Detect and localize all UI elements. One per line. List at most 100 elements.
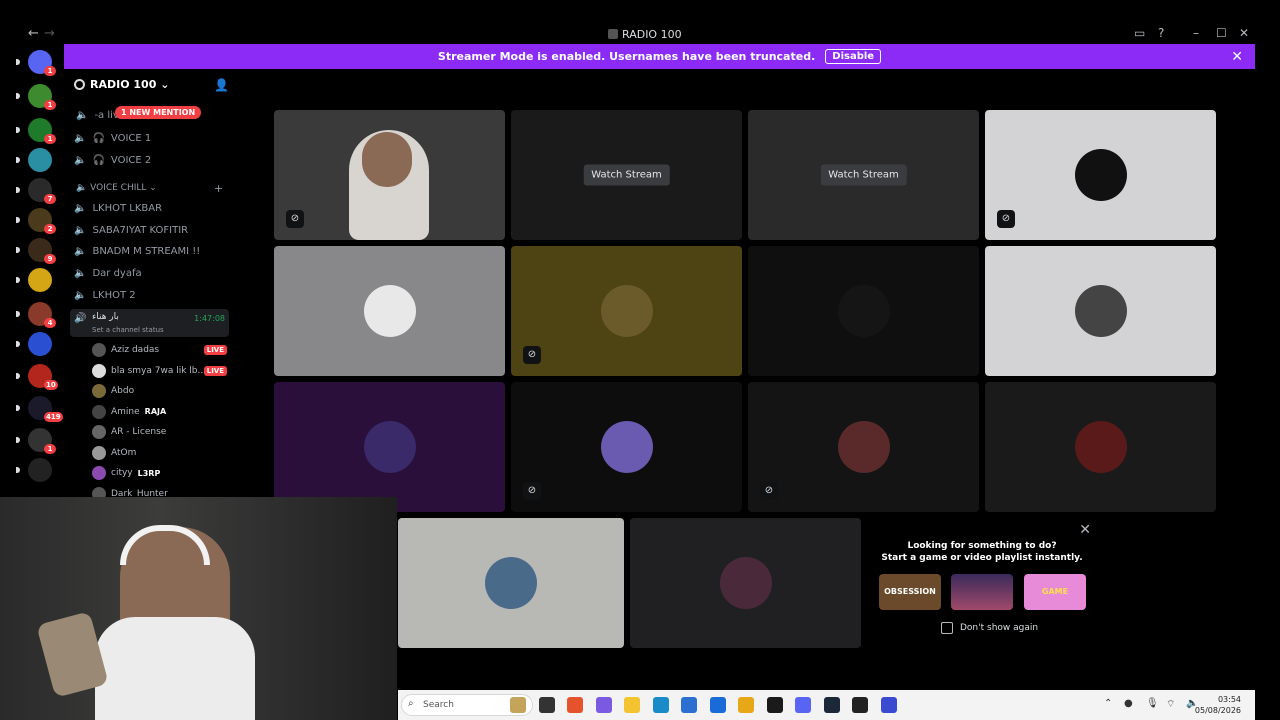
clock-date: 05/08/2026 xyxy=(1194,706,1241,715)
clock[interactable]: 03:54 05/08/2026 xyxy=(1195,694,1241,716)
activity-tile-game[interactable]: GAME xyxy=(1024,574,1086,610)
channel-lkhot-2[interactable]: 🔈 LKHOT 2 xyxy=(74,286,136,304)
channel-status-prompt[interactable]: Set a channel status xyxy=(92,326,164,334)
channel-label: VOICE 1 xyxy=(110,132,152,144)
new-mention-pill[interactable]: 1 NEW MENTION xyxy=(115,106,202,119)
participant-tile[interactable]: ⊘ xyxy=(274,110,505,240)
tray-app-icon[interactable]: ● xyxy=(1124,698,1133,709)
taskbar-app-icon[interactable] xyxy=(795,697,811,713)
server-icon[interactable] xyxy=(28,148,52,172)
taskbar-app-icon[interactable] xyxy=(852,697,868,713)
taskbar-app-icon[interactable] xyxy=(880,697,897,713)
participant-tile[interactable]: ⊘ xyxy=(511,382,742,512)
chevron-up-icon[interactable]: ⌃ xyxy=(1104,698,1112,709)
deafened-icon: ⊘ xyxy=(286,210,304,228)
participant-tile[interactable]: Watch Stream xyxy=(511,110,742,240)
activity-tile-obsession[interactable]: OBSESSION xyxy=(879,574,941,610)
avatar xyxy=(92,425,106,439)
channel-voice-2[interactable]: 🔈 🎧 VOICE 2 xyxy=(74,151,151,169)
voice-user-row[interactable]: cityy L3RP xyxy=(92,464,230,482)
voice-user-row[interactable]: Aziz dadas LIVE xyxy=(92,341,230,359)
participant-tile[interactable] xyxy=(748,246,979,376)
add-member-icon[interactable]: 👤 xyxy=(214,78,229,92)
server-icon xyxy=(74,79,85,90)
taskbar-app-icon[interactable] xyxy=(652,697,669,713)
speaker-icon: 🔈 xyxy=(76,109,89,121)
server-icon[interactable] xyxy=(28,268,52,292)
disable-streamer-mode-button[interactable]: Disable xyxy=(825,49,882,64)
avatar xyxy=(1074,421,1127,473)
participant-tile[interactable]: Watch Stream xyxy=(748,110,979,240)
participant-tile[interactable] xyxy=(274,246,505,376)
white-shirt xyxy=(95,617,255,720)
close-icon[interactable]: ✕ xyxy=(1231,49,1243,65)
channel-bnadm[interactable]: 🔈 BNADM M STREAMI !! xyxy=(74,242,200,260)
unread-pill xyxy=(16,187,20,193)
active-voice-channel[interactable]: 🔊 بار هناء Set a channel status 1:47:08 xyxy=(70,309,229,337)
voice-user-row[interactable]: Abdo xyxy=(92,382,230,400)
participant-tile[interactable] xyxy=(985,246,1216,376)
taskbar-app-icon[interactable] xyxy=(624,697,640,713)
taskbar-app-icon[interactable] xyxy=(766,697,783,713)
microphone-icon[interactable]: 🎙 xyxy=(1146,698,1159,709)
unread-pill xyxy=(16,373,20,379)
help-icon[interactable]: ? xyxy=(1158,26,1164,40)
channel-saba7iyat[interactable]: 🔈 SABA7IYAT KOFITIR xyxy=(74,221,188,239)
voice-user-row[interactable]: AtOm xyxy=(92,444,230,462)
participant-tile[interactable] xyxy=(630,518,861,648)
category-label: VOICE CHILL xyxy=(90,183,147,193)
channel-dar-dyafa[interactable]: 🔈 Dar dyafa xyxy=(74,264,142,282)
maximize-button[interactable]: ☐ xyxy=(1216,26,1227,40)
avatar xyxy=(363,285,416,337)
taskbar-app-icon[interactable] xyxy=(510,697,526,713)
close-window-button[interactable]: ✕ xyxy=(1239,26,1249,40)
channel-label: LKHOT 2 xyxy=(92,289,136,301)
add-channel-icon[interactable]: + xyxy=(214,182,223,195)
participant-tile[interactable]: ⊘ xyxy=(985,110,1216,240)
taskbar-app-icon[interactable] xyxy=(595,697,612,713)
taskbar-app-icon[interactable] xyxy=(538,697,555,713)
inbox-icon[interactable]: ▭ xyxy=(1134,26,1145,40)
voice-user-row[interactable]: AR - License xyxy=(92,423,230,441)
voice-user-row[interactable]: bla smya 7wa lik lb... LIVE xyxy=(92,362,230,380)
taskbar-app-icon[interactable] xyxy=(681,697,697,713)
wifi-icon[interactable]: ⌔ xyxy=(1166,698,1175,711)
participant-tile[interactable] xyxy=(398,518,624,648)
participant-tile[interactable] xyxy=(274,382,505,512)
search-placeholder: Search xyxy=(423,700,454,710)
unread-badge: 9 xyxy=(44,254,56,264)
close-icon[interactable]: ✕ xyxy=(1079,522,1091,538)
server-name: RADIO 100 xyxy=(90,78,157,91)
server-icon[interactable] xyxy=(28,458,52,482)
taskbar-app-icon[interactable] xyxy=(567,697,583,713)
channel-lkhot-lkbar[interactable]: 🔈 LKHOT LKBAR xyxy=(74,199,162,217)
taskbar-app-icon[interactable] xyxy=(738,697,754,713)
dont-show-again-checkbox[interactable] xyxy=(941,622,953,634)
activity-tile-video[interactable] xyxy=(951,574,1013,610)
title-bar: ← → RADIO 100 ▭ ? – ☐ ✕ xyxy=(0,22,1280,46)
avatar xyxy=(92,363,106,378)
server-header[interactable]: RADIO 100 ⌄ xyxy=(74,78,169,91)
phone-icon xyxy=(36,611,109,698)
voice-user-row[interactable]: Amine RAJA xyxy=(92,403,230,421)
speaker-icon: 🔈 xyxy=(74,267,87,279)
channel-label: Dar dyafa xyxy=(92,267,142,279)
category-voice-chill[interactable]: 🔈 VOICE CHILL ⌄ xyxy=(76,183,157,193)
watch-stream-button[interactable]: Watch Stream xyxy=(583,164,670,186)
unread-badge: 1 xyxy=(44,444,56,454)
taskbar-app-icon[interactable] xyxy=(823,697,840,713)
participant-tile[interactable]: ⊘ xyxy=(511,246,742,376)
participant-tile[interactable] xyxy=(985,382,1216,512)
participant-tile[interactable]: ⊘ xyxy=(748,382,979,512)
forward-arrow-icon[interactable]: → xyxy=(44,26,55,41)
unread-pill xyxy=(16,127,20,133)
server-icon[interactable] xyxy=(28,332,52,356)
live-badge: LIVE xyxy=(203,365,227,376)
avatar xyxy=(600,421,653,473)
watch-stream-button[interactable]: Watch Stream xyxy=(820,164,907,186)
back-arrow-icon[interactable]: ← xyxy=(28,26,39,41)
channel-voice-1[interactable]: 🔈 🎧 VOICE 1 xyxy=(74,129,151,147)
taskbar-app-icon[interactable] xyxy=(709,697,726,713)
minimize-button[interactable]: – xyxy=(1193,26,1199,40)
search-icon: ⌕ xyxy=(408,698,414,709)
